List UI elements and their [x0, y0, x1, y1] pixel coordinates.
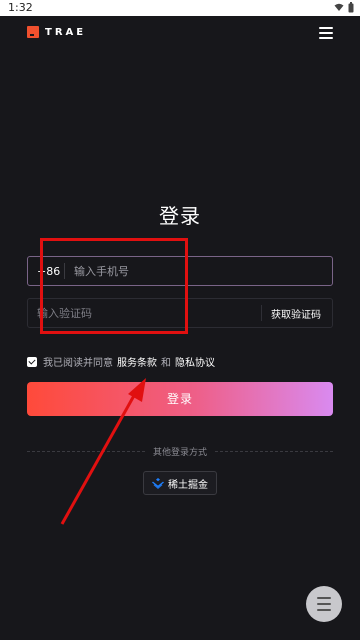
status-bar: 1:32: [0, 0, 360, 16]
and-text: 和: [161, 358, 171, 369]
agree-checkbox[interactable]: [27, 356, 37, 367]
agree-prefix: 我已阅读并同意: [43, 358, 113, 369]
status-time: 1:32: [8, 1, 33, 14]
country-code-selector[interactable]: +86: [28, 265, 64, 278]
phone-input[interactable]: 输入手机号: [65, 263, 129, 279]
top-bar: TRAE: [0, 16, 360, 52]
verification-code-field[interactable]: 输入验证码 获取验证码: [27, 298, 333, 328]
logo-text: TRAE: [45, 26, 87, 38]
get-code-label: 获取验证码: [271, 309, 321, 321]
other-methods-label: 其他登录方式: [153, 447, 208, 458]
wifi-icon: [334, 3, 344, 11]
battery-icon: [348, 2, 354, 13]
juejin-login-button[interactable]: 稀土掘金: [143, 471, 217, 495]
status-icons: [334, 2, 354, 13]
login-button[interactable]: 登录: [27, 382, 333, 416]
divider-right: [215, 450, 334, 452]
divider-left: [27, 450, 145, 452]
juejin-icon: [152, 477, 164, 489]
trae-logo[interactable]: TRAE: [27, 26, 86, 38]
juejin-label: 稀土掘金: [168, 479, 208, 491]
agreement-row: 我已阅读并同意 服务条款 和 隐私协议: [27, 354, 219, 369]
privacy-link[interactable]: 隐私协议: [175, 354, 215, 369]
verification-code-input[interactable]: 输入验证码: [28, 305, 92, 321]
floating-menu-icon: [317, 595, 331, 613]
menu-icon[interactable]: [319, 27, 333, 39]
other-login-methods: 其他登录方式: [27, 444, 334, 458]
page-title: 登录: [159, 204, 201, 228]
phone-field[interactable]: +86 输入手机号: [27, 256, 333, 286]
terms-link[interactable]: 服务条款: [117, 354, 157, 369]
logo-mark-icon: [27, 26, 39, 38]
floating-menu-button[interactable]: [306, 586, 342, 622]
get-code-button[interactable]: 获取验证码: [261, 299, 332, 327]
